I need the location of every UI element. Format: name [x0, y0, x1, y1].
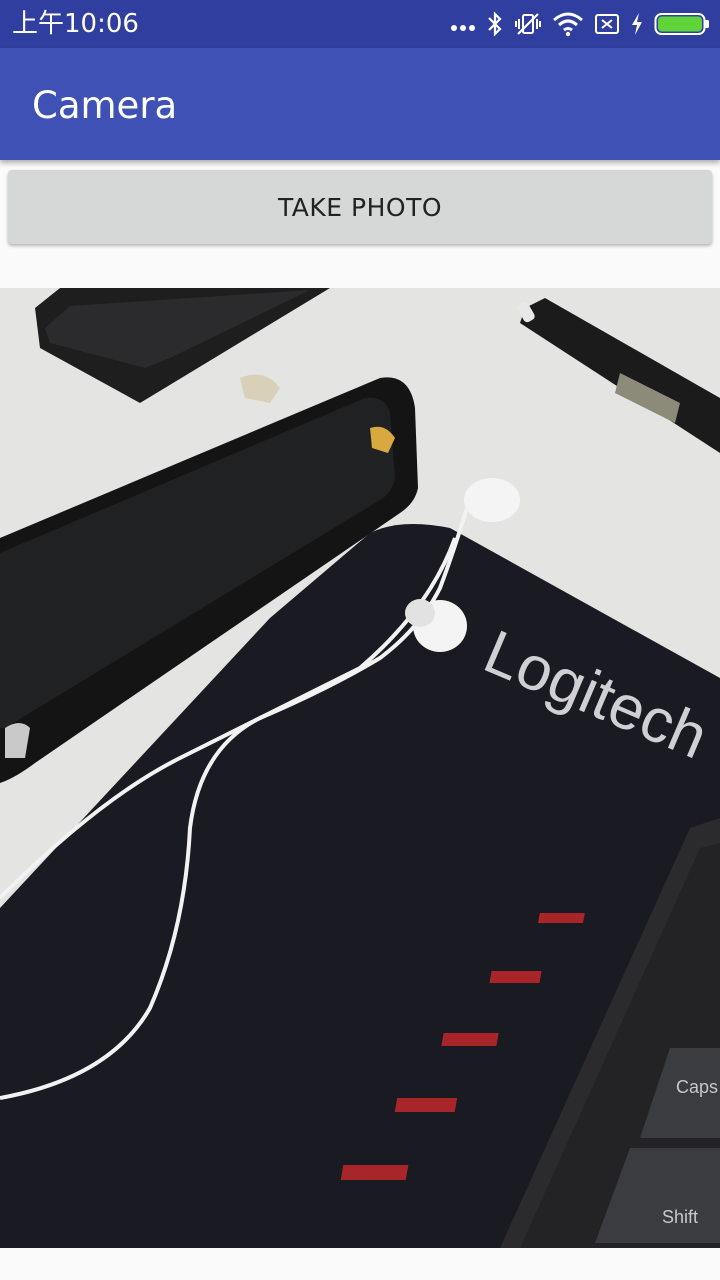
vibrate-icon	[514, 11, 542, 37]
charging-icon	[630, 12, 644, 36]
photo-preview: Logitech Caps Shift	[0, 288, 720, 1248]
no-sim-icon	[594, 12, 620, 36]
status-icons	[450, 8, 710, 40]
status-bar: 上午10:06	[0, 0, 720, 48]
take-photo-button[interactable]: TAKE PHOTO	[8, 170, 712, 244]
bluetooth-icon	[486, 11, 504, 37]
more-dots-icon	[450, 14, 476, 34]
caps-key-label: Caps	[676, 1077, 718, 1097]
status-time: 上午10:06	[12, 9, 139, 39]
app-bar: Camera	[0, 48, 720, 160]
shift-key-label: Shift	[662, 1207, 698, 1227]
battery-icon	[654, 11, 710, 37]
wifi-icon	[552, 11, 584, 37]
app-title: Camera	[32, 84, 178, 127]
